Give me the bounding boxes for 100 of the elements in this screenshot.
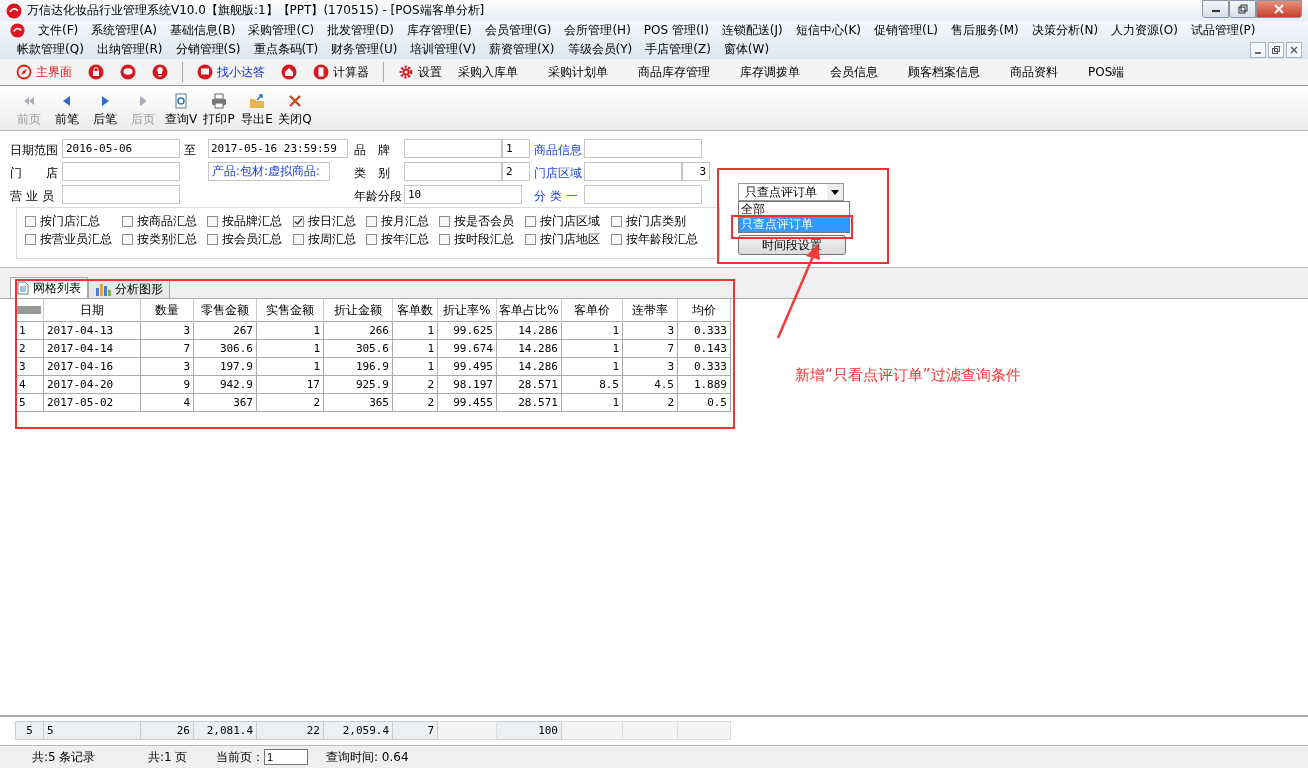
menu-item[interactable]: 库存管理(E) [399,22,478,39]
toolbar-button[interactable]: 主界面 [14,63,74,81]
toolbar-button[interactable]: 商品库存管理 [636,63,712,81]
store-field[interactable] [62,162,180,181]
checkbox-option[interactable]: 按时段汇总 [439,230,525,248]
checkbox[interactable] [366,215,377,227]
toolbar-button[interactable]: 库存调拨单 [738,63,802,81]
minimize-button[interactable] [1250,41,1266,58]
checkbox[interactable] [293,233,304,245]
restore-button[interactable] [1229,0,1256,18]
menu-item[interactable]: 会所管理(H) [557,22,637,39]
toolbar-button[interactable]: 设置 [396,63,444,81]
checkbox-option[interactable]: 按门店地区 [525,230,611,248]
checkbox[interactable] [439,215,450,227]
menu-item[interactable]: 采购管理(C) [241,22,321,39]
toolbar-button[interactable] [279,64,299,80]
checkbox-option[interactable]: 按年汇总 [366,230,439,248]
menu-item[interactable]: 培训管理(V) [403,41,482,58]
toolbar-button[interactable]: 关闭Q [276,92,314,128]
checkbox[interactable] [611,215,622,227]
checkbox-option[interactable]: 按品牌汇总 [207,212,293,230]
checkbox[interactable] [122,215,133,227]
menu-item[interactable]: 会员管理(G) [477,22,558,39]
toolbar-button[interactable]: 查询V [162,92,200,128]
column-header[interactable]: 数量 [155,302,179,317]
toolbar-button[interactable]: 顾客档案信息 [906,63,982,81]
toolbar-button[interactable]: 导出E [238,92,276,128]
clerk-field[interactable] [62,185,180,204]
checkbox[interactable] [293,215,304,227]
toolbar-button[interactable] [150,64,170,80]
age-field[interactable]: 10 [404,185,522,204]
close-button[interactable] [1256,0,1302,18]
region-field[interactable] [584,162,682,181]
checkbox-option[interactable]: 按会员汇总 [207,230,293,248]
category-field[interactable] [404,162,502,181]
menu-item[interactable]: 连锁配送(J) [714,22,789,39]
toolbar-button[interactable] [86,64,106,80]
column-header[interactable]: 折让金额 [334,302,382,317]
menu-item[interactable]: 试品管理(P) [1183,22,1262,39]
menu-item[interactable]: 文件(F) [31,22,85,39]
goods-field[interactable] [584,139,702,158]
grid-menu-icon[interactable] [17,306,42,314]
menu-item[interactable]: 售后服务(M) [944,22,1025,39]
menu-item[interactable]: 等级会员(Y) [560,41,639,58]
restore-button[interactable] [1268,41,1284,58]
menu-item[interactable]: 财务管理(U) [324,41,404,58]
checkbox-option[interactable]: 按日汇总 [293,212,366,230]
class-field[interactable] [584,185,702,204]
checkbox-option[interactable]: 按月汇总 [366,212,439,230]
menu-item[interactable]: 窗体(W) [716,41,776,58]
column-header[interactable]: 客单价 [574,302,610,317]
checkbox-option[interactable]: 按营业员汇总 [25,230,122,248]
toolbar-button[interactable]: POS端 [1086,63,1127,81]
toolbar-button[interactable]: 会员信息 [828,63,880,81]
column-header[interactable]: 日期 [80,302,104,317]
toolbar-button[interactable]: 计算器 [311,63,371,81]
checkbox[interactable] [25,233,36,245]
minimize-button[interactable] [1202,0,1229,18]
toolbar-button[interactable] [118,64,138,80]
code-field[interactable]: 2 [502,162,530,181]
menu-item[interactable]: POS 管理(I) [636,22,715,39]
checkbox[interactable] [25,215,36,227]
menu-item[interactable]: 人力资源(O) [1104,22,1184,39]
field-label[interactable]: 门店区域 [532,162,584,184]
brand-field[interactable] [404,139,502,158]
page-field[interactable]: 1 [264,749,308,765]
menu-item[interactable]: 分销管理(S) [168,41,247,58]
menu-item[interactable]: 短信中心(K) [788,22,867,39]
toolbar-button[interactable]: 找小达答 [195,63,267,81]
close-button[interactable] [1286,41,1302,58]
code-field[interactable]: 3 [682,162,710,181]
code-field[interactable]: 1 [502,139,530,158]
column-header[interactable]: 折让率% [443,302,491,317]
checkbox-option[interactable]: 按门店类别 [611,212,711,230]
toolbar-button[interactable]: 打印P [200,92,238,128]
column-header[interactable]: 连带率 [632,302,668,317]
product-field[interactable]: 产品:包材:虚拟商品: [208,162,330,181]
menu-item[interactable]: 基础信息(B) [162,22,242,39]
checkbox-option[interactable]: 按门店汇总 [25,212,122,230]
date-field[interactable]: 2017-05-16 23:59:59 [208,139,348,158]
checkbox[interactable] [207,233,218,245]
toolbar-button[interactable]: 采购计划单 [546,63,610,81]
menu-item[interactable]: 手店管理(Z) [638,41,717,58]
checkbox-option[interactable]: 按商品汇总 [122,212,207,230]
checkbox[interactable] [122,233,133,245]
column-header[interactable]: 客单占比% [499,302,559,317]
dropdown-option[interactable]: 全部 [739,202,849,217]
checkbox[interactable] [207,215,218,227]
checkbox[interactable] [366,233,377,245]
menu-item[interactable]: 出纳管理(R) [89,41,169,58]
order-filter-dropdown[interactable]: 只查点评订单 [738,183,844,201]
menu-item[interactable]: 薪资管理(X) [481,41,561,58]
checkbox-option[interactable]: 按门店区域 [525,212,611,230]
toolbar-button[interactable]: 后笔 [86,92,124,128]
column-header[interactable]: 均价 [692,302,716,317]
field-label[interactable]: 分 类 一 [532,185,584,207]
checkbox[interactable] [525,215,536,227]
menu-item[interactable]: 重点条码(T) [246,41,325,58]
toolbar-button[interactable]: 商品资料 [1008,63,1060,81]
checkbox[interactable] [611,233,622,245]
